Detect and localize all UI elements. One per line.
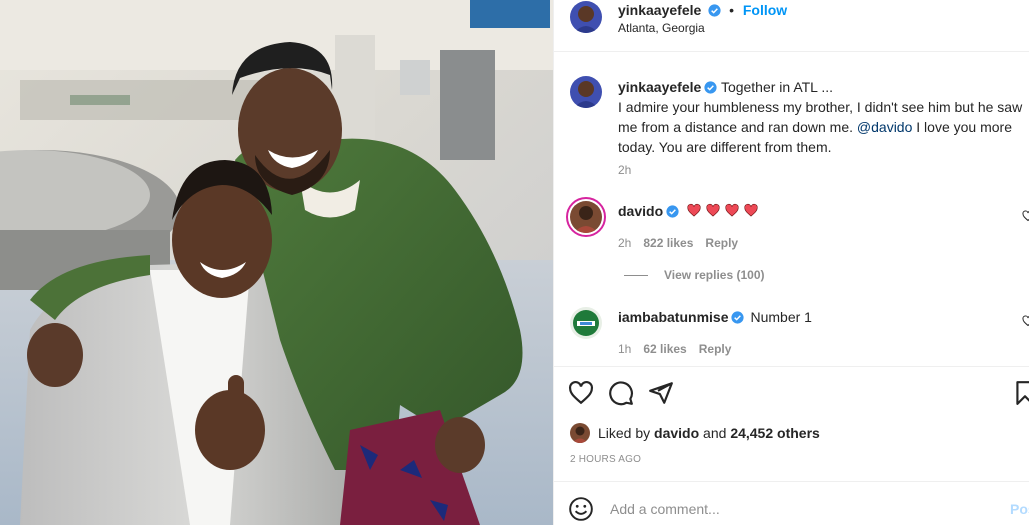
- replies-divider-line: [624, 275, 648, 277]
- red-heart-emoji-icon: [725, 203, 739, 217]
- liked-by-prefix: Liked by: [598, 425, 655, 441]
- post-header: yinkaayefele • Follow Atlanta, Georgia: [554, 0, 1029, 52]
- red-heart-emoji-icon: [706, 203, 720, 217]
- red-heart-emoji-icon: [687, 203, 701, 217]
- author-avatar[interactable]: [570, 1, 602, 33]
- header-user-line: yinkaayefele • Follow: [618, 1, 787, 19]
- comment-avatar-davido[interactable]: [566, 197, 606, 237]
- comment-davido: davido: [618, 201, 762, 221]
- emoji-icon[interactable]: [568, 496, 594, 522]
- comment-hearts: [686, 203, 762, 219]
- post-timestamp[interactable]: 2 HOURS AGO: [570, 454, 641, 465]
- comment-text: Number 1: [750, 309, 812, 325]
- comment-username[interactable]: iambabatunmise: [618, 309, 728, 325]
- author-username[interactable]: yinkaayefele: [618, 2, 701, 18]
- comment-like-heart-icon[interactable]: [1022, 315, 1029, 327]
- comment-like-heart-icon[interactable]: [1022, 210, 1029, 222]
- comment-meta-iambabatunmise: 1h 62 likes Reply: [618, 342, 731, 356]
- comment-username[interactable]: davido: [618, 203, 663, 219]
- caption-username[interactable]: yinkaayefele: [618, 79, 701, 95]
- liked-by-middle: and: [699, 425, 731, 441]
- liked-by-user[interactable]: davido: [654, 425, 699, 441]
- post-location[interactable]: Atlanta, Georgia: [618, 20, 705, 36]
- verified-badge-icon: [704, 81, 717, 94]
- post-photo-image: [0, 0, 553, 525]
- comment-avatar-iambabatunmise[interactable]: [570, 307, 602, 339]
- comment-meta-davido: 2h 822 likes Reply: [618, 236, 738, 250]
- comment-bubble-icon[interactable]: [608, 380, 634, 406]
- comment-likes-count[interactable]: 62 likes: [643, 342, 686, 356]
- comment-time[interactable]: 2h: [618, 236, 631, 250]
- red-heart-emoji-icon: [744, 203, 758, 217]
- liked-by-avatar[interactable]: [570, 423, 590, 443]
- separator-dot: •: [729, 2, 734, 18]
- verified-badge-icon: [666, 205, 679, 218]
- add-comment-input[interactable]: [610, 494, 990, 524]
- save-bookmark-icon[interactable]: [1012, 380, 1029, 406]
- comment-iambabatunmise: iambabatunmise Number 1: [618, 307, 812, 327]
- liked-by-text: Liked by davido and 24,452 others: [598, 424, 820, 442]
- post-comment-button[interactable]: Post: [1010, 501, 1029, 517]
- caption-mention-link[interactable]: @davido: [857, 119, 912, 135]
- caption-avatar[interactable]: [570, 76, 602, 108]
- likes-count-link[interactable]: 24,452 others: [730, 425, 820, 441]
- reply-button[interactable]: Reply: [705, 236, 738, 250]
- verified-badge-icon: [731, 311, 745, 324]
- share-send-icon[interactable]: [648, 380, 674, 406]
- comment-time[interactable]: 1h: [618, 342, 631, 356]
- caption-time[interactable]: 2h: [618, 163, 631, 177]
- post-details-panel: yinkaayefele • Follow Atlanta, Georgia y…: [553, 0, 1029, 525]
- view-replies-label: View replies (100): [664, 268, 765, 282]
- post-photo[interactable]: [0, 0, 553, 525]
- comment-likes-count[interactable]: 822 likes: [643, 236, 693, 250]
- add-comment-bar: Post: [554, 481, 1029, 525]
- view-replies-button[interactable]: View replies (100): [624, 268, 765, 282]
- verified-badge-icon: [708, 4, 721, 17]
- reply-button[interactable]: Reply: [699, 342, 732, 356]
- like-heart-icon[interactable]: [568, 380, 594, 406]
- follow-button[interactable]: Follow: [743, 2, 787, 18]
- post-action-bar: [554, 366, 1029, 418]
- post-caption: yinkaayefele Together in ATL ... I admir…: [618, 77, 1028, 157]
